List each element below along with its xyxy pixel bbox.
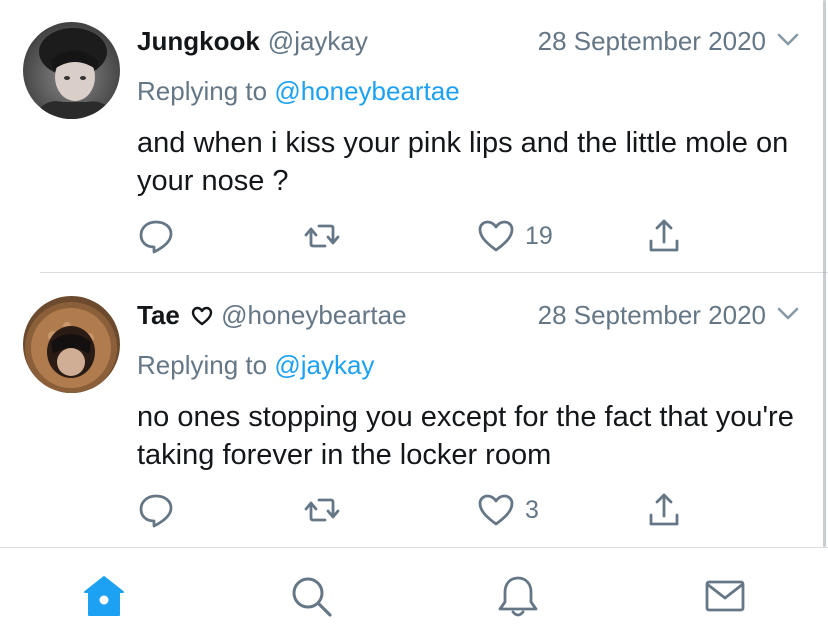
reply-icon	[139, 220, 173, 254]
like-button[interactable]: 3	[477, 490, 539, 530]
heart-icon	[478, 494, 514, 526]
heart-outline-icon	[191, 306, 213, 326]
notifications-icon	[498, 576, 538, 617]
home-icon	[84, 576, 124, 616]
display-name[interactable]: Jungkook	[137, 26, 260, 56]
avatar[interactable]	[23, 296, 120, 393]
scrollbar[interactable]	[823, 0, 826, 547]
heart-icon	[478, 220, 514, 252]
tweet-date: 28 September 2020	[537, 26, 766, 56]
like-count: 19	[525, 221, 553, 250]
chevron-down-icon[interactable]	[776, 306, 800, 322]
share-button[interactable]	[645, 490, 683, 530]
retweet-button[interactable]	[303, 490, 341, 530]
tweet[interactable]: Tae @honeybeartae 28 September 2020 Repl…	[0, 274, 828, 547]
avatar[interactable]	[23, 22, 120, 119]
like-button[interactable]: 19	[477, 216, 553, 256]
search-icon	[292, 577, 332, 617]
user-handle[interactable]: @honeybeartae	[221, 300, 406, 330]
tweet-divider	[40, 272, 828, 273]
share-button[interactable]	[645, 216, 683, 256]
tweet-actions: 19	[137, 216, 697, 256]
tweet-header: Tae @honeybeartae 28 September 2020	[137, 298, 800, 332]
replying-mention[interactable]: @jaykay	[274, 350, 374, 380]
user-handle[interactable]: @jaykay	[268, 26, 368, 56]
messages-icon	[705, 580, 745, 612]
share-icon	[649, 219, 679, 252]
display-name[interactable]: Tae	[137, 300, 180, 330]
like-count: 3	[525, 495, 539, 524]
replying-prefix: Replying to	[137, 76, 268, 106]
retweet-icon	[304, 498, 340, 522]
reply-icon	[139, 494, 173, 528]
chevron-down-icon[interactable]	[776, 32, 800, 48]
tweet-header: Jungkook @jaykay 28 September 2020	[137, 24, 800, 58]
tab-bar	[0, 548, 828, 638]
tab-search[interactable]	[283, 568, 339, 624]
replying-to: Replying to @honeybeartae	[137, 74, 460, 108]
replying-prefix: Replying to	[137, 350, 268, 380]
tweet-text: no ones stopping you except for the fact…	[137, 401, 794, 471]
tweet-actions: 3	[137, 490, 697, 530]
retweet-button[interactable]	[303, 216, 341, 256]
replying-mention[interactable]: @honeybeartae	[274, 76, 459, 106]
reply-button[interactable]	[137, 490, 175, 530]
tab-notifications[interactable]	[490, 568, 546, 624]
tab-messages[interactable]	[697, 568, 753, 624]
share-icon	[649, 493, 679, 526]
tab-home[interactable]	[76, 568, 132, 624]
tweet-date: 28 September 2020	[537, 300, 766, 330]
tweet[interactable]: Jungkook @jaykay 28 September 2020 Replyi…	[0, 0, 828, 272]
reply-button[interactable]	[137, 216, 175, 256]
replying-to: Replying to @jaykay	[137, 348, 374, 382]
retweet-icon	[304, 224, 340, 248]
tweet-text: and when i kiss your pink lips and the l…	[137, 127, 789, 197]
